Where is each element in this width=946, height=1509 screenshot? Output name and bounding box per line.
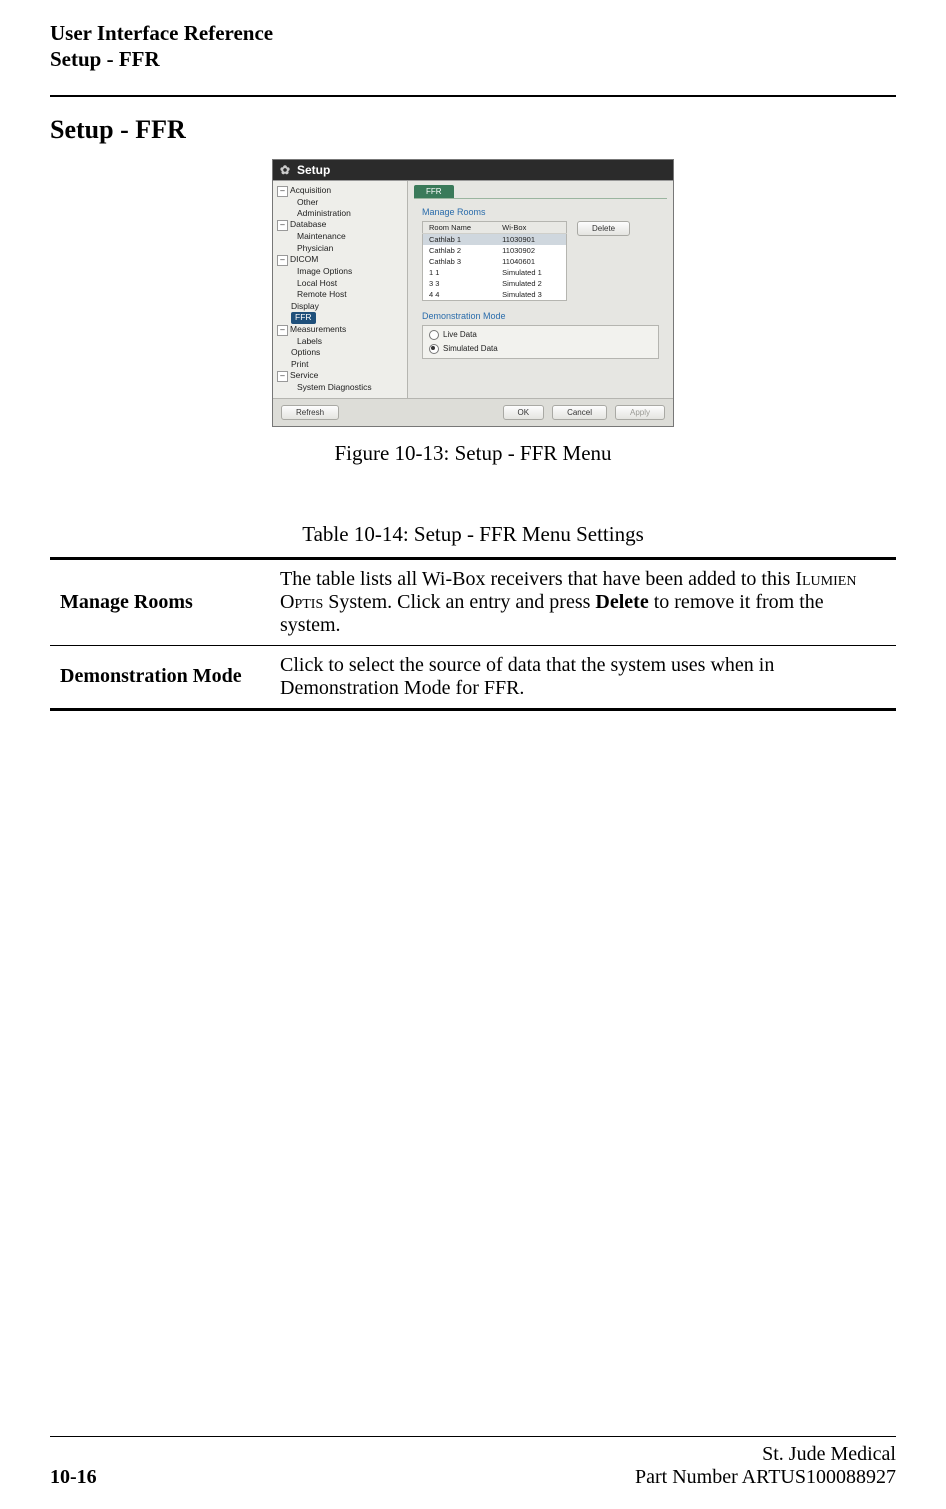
table-row[interactable]: Cathlab 3 11040601 (423, 256, 567, 267)
tree-toggle-icon[interactable]: – (277, 220, 288, 231)
tree-item-ffr-label: FFR (291, 312, 316, 323)
tree-item-maintenance[interactable]: Maintenance (277, 231, 405, 242)
setting-name: Manage Rooms (50, 558, 270, 645)
table-caption: Table 10-14: Setup - FFR Menu Settings (50, 522, 896, 547)
tree-item-other[interactable]: Other (277, 197, 405, 208)
tree-item-measurements[interactable]: –Measurements (277, 324, 405, 336)
demo-live-radio[interactable]: Live Data (429, 330, 652, 340)
tree-item-options[interactable]: Options (277, 347, 405, 358)
tree-item-labels[interactable]: Labels (277, 336, 405, 347)
tree-item-administration[interactable]: Administration (277, 208, 405, 219)
footer-company: St. Jude Medical (635, 1443, 896, 1466)
tree-item-ffr[interactable]: FFR (277, 312, 405, 323)
tree-item-remote-host[interactable]: Remote Host (277, 289, 405, 300)
page-footer: 10-16 St. Jude Medical Part Number ARTUS… (50, 1436, 896, 1489)
radio-icon (429, 330, 439, 340)
tree-toggle-icon[interactable]: – (277, 325, 288, 336)
table-row[interactable]: Cathlab 1 11030901 (423, 233, 567, 245)
tree-item-print[interactable]: Print (277, 359, 405, 370)
footer-part-number: Part Number ARTUS100088927 (635, 1466, 896, 1489)
tree-item-display[interactable]: Display (277, 301, 405, 312)
rooms-col-wibox: Wi-Box (496, 221, 566, 233)
pane-tab-ffr[interactable]: FFR (414, 185, 454, 198)
tree-toggle-icon[interactable]: – (277, 371, 288, 382)
tree-item-image-options[interactable]: Image Options (277, 266, 405, 277)
running-head: User Interface Reference Setup - FFR (50, 20, 896, 73)
setting-desc: The table lists all Wi-Box receivers tha… (270, 558, 896, 645)
setup-tree: –Acquisition Other Administration –Datab… (273, 181, 408, 398)
section-title: Setup - FFR (50, 115, 896, 145)
rooms-col-room: Room Name (423, 221, 497, 233)
demo-simulated-radio[interactable]: Simulated Data (429, 344, 652, 354)
tree-item-dicom[interactable]: –DICOM (277, 254, 405, 266)
tree-item-service[interactable]: –Service (277, 370, 405, 382)
tree-item-physician[interactable]: Physician (277, 243, 405, 254)
table-row[interactable]: Cathlab 2 11030902 (423, 245, 567, 256)
table-row[interactable]: 3 3 Simulated 2 (423, 278, 567, 289)
cancel-button[interactable]: Cancel (552, 405, 607, 420)
setting-name: Demonstration Mode (50, 645, 270, 709)
setting-desc: Click to select the source of data that … (270, 645, 896, 709)
running-head-line1: User Interface Reference (50, 20, 896, 46)
tree-item-database[interactable]: –Database (277, 219, 405, 231)
table-row[interactable]: 4 4 Simulated 3 (423, 289, 567, 301)
tree-item-local-host[interactable]: Local Host (277, 278, 405, 289)
figure-caption: Figure 10-13: Setup - FFR Menu (334, 441, 611, 466)
delete-button[interactable]: Delete (577, 221, 630, 236)
demo-mode-title: Demonstration Mode (422, 311, 659, 321)
apply-button[interactable]: Apply (615, 405, 665, 420)
ok-button[interactable]: OK (503, 405, 545, 420)
setup-window: ✿ Setup –Acquisition Other Administratio… (272, 159, 674, 427)
table-row[interactable]: 1 1 Simulated 1 (423, 267, 567, 278)
settings-table: Manage Rooms The table lists all Wi-Box … (50, 557, 896, 711)
refresh-button[interactable]: Refresh (281, 405, 339, 420)
header-rule (50, 95, 896, 97)
running-head-line2: Setup - FFR (50, 46, 896, 72)
setup-titlebar: ✿ Setup (273, 160, 673, 180)
tree-item-system-diagnostics[interactable]: System Diagnostics (277, 382, 405, 393)
tree-item-acquisition[interactable]: –Acquisition (277, 185, 405, 197)
manage-rooms-title: Manage Rooms (422, 207, 659, 217)
rooms-table[interactable]: Room Name Wi-Box Cathlab 1 11030901 (422, 221, 567, 301)
tree-toggle-icon[interactable]: – (277, 186, 288, 197)
page-number: 10-16 (50, 1466, 97, 1488)
radio-icon (429, 344, 439, 354)
tree-toggle-icon[interactable]: – (277, 255, 288, 266)
setup-title: Setup (297, 163, 330, 177)
gear-icon: ✿ (279, 164, 291, 176)
footer-rule (50, 1436, 896, 1437)
